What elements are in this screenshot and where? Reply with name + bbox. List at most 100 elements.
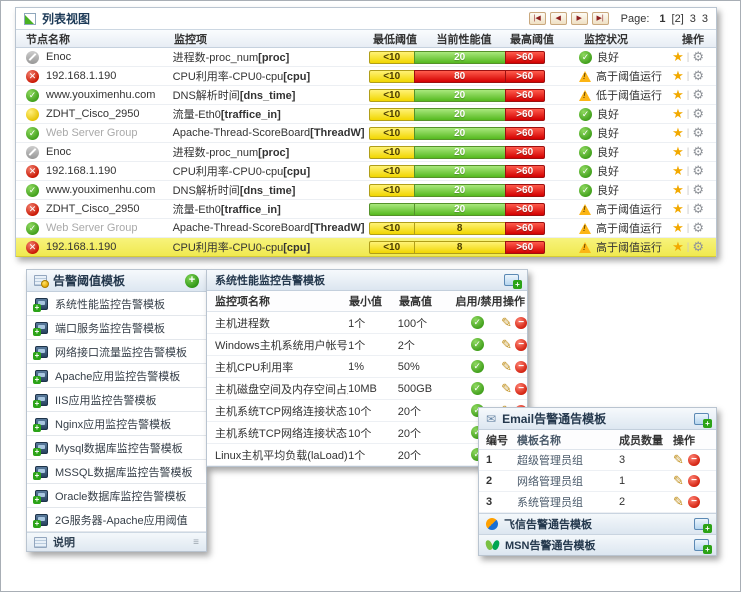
- delete-icon[interactable]: −: [515, 383, 527, 395]
- table-row[interactable]: Enoc进程数-proc_num[proc]<1020>60✓良好★|⚙: [16, 143, 716, 162]
- settings-gear-icon[interactable]: ⚙: [692, 87, 704, 103]
- next-page-button[interactable]: ▶: [571, 12, 588, 25]
- add-template-button[interactable]: +: [185, 274, 199, 288]
- favorite-star-icon[interactable]: ★: [672, 163, 684, 179]
- settings-gear-icon[interactable]: ⚙: [692, 182, 704, 198]
- favorite-star-icon[interactable]: ★: [672, 106, 684, 122]
- favorite-star-icon[interactable]: ★: [672, 49, 684, 65]
- favorite-star-icon[interactable]: ★: [672, 182, 684, 198]
- msn-template-bar[interactable]: MSN告警通告模板: [479, 534, 716, 555]
- monitor-item: DNS解析时间[dns_time]: [173, 182, 369, 198]
- favorite-star-icon[interactable]: ★: [672, 201, 684, 217]
- template-item[interactable]: 系统性能监控告警模板: [27, 292, 206, 316]
- fetion-template-bar[interactable]: 飞信告警通告模板: [479, 513, 716, 534]
- delete-icon[interactable]: −: [688, 496, 700, 508]
- delete-icon[interactable]: −: [515, 317, 527, 329]
- template-item[interactable]: MSSQL数据库监控告警模板: [27, 460, 206, 484]
- alert-templates-title: 告警阈值模板: [53, 272, 125, 289]
- perf-min-value: 10个: [348, 425, 398, 441]
- settings-gear-icon[interactable]: ⚙: [692, 106, 704, 122]
- threshold-bar: <108>60: [369, 222, 545, 235]
- add-email-template-icon[interactable]: [694, 413, 709, 425]
- table-row[interactable]: ✓www.youximenhu.comDNS解析时间[dns_time]<102…: [16, 181, 716, 200]
- table-row[interactable]: ZDHT_Cisco_2950流量-Eth0[traffice_in]<1020…: [16, 105, 716, 124]
- table-row[interactable]: ✕192.168.1.190CPU利用率-CPU0-cpu[cpu]<1080>…: [16, 67, 716, 86]
- warning-triangle-icon: [579, 90, 591, 101]
- table-row[interactable]: ✓www.youximenhu.comDNS解析时间[dns_time]<102…: [16, 86, 716, 105]
- error-status-icon: ✕: [26, 203, 39, 216]
- edit-pencil-icon[interactable]: ✎: [501, 315, 512, 331]
- last-page-button[interactable]: ▶|: [592, 12, 609, 25]
- first-page-button[interactable]: |◀: [529, 12, 546, 25]
- template-item[interactable]: 2G服务器-Apache应用阈值: [27, 508, 206, 532]
- min-threshold: <10: [369, 241, 415, 254]
- edit-pencil-icon[interactable]: ✎: [673, 473, 684, 489]
- settings-gear-icon[interactable]: ⚙: [692, 239, 704, 255]
- delete-icon[interactable]: −: [688, 454, 700, 466]
- favorite-star-icon[interactable]: ★: [672, 68, 684, 84]
- threshold-bar: <1020>60: [369, 51, 545, 64]
- table-row[interactable]: ✕192.168.1.190CPU利用率-CPU0-cpu[cpu]<108>6…: [16, 238, 716, 257]
- template-item[interactable]: Mysql数据库监控告警模板: [27, 436, 206, 460]
- template-item[interactable]: 网络接口流量监控告警模板: [27, 340, 206, 364]
- table-row[interactable]: ✕ZDHT_Cisco_2950流量-Eth0[traffice_in]20>6…: [16, 200, 716, 219]
- template-item[interactable]: IIS应用监控告警模板: [27, 388, 206, 412]
- edit-pencil-icon[interactable]: ✎: [673, 494, 684, 510]
- status-text: 良好: [597, 125, 619, 141]
- enabled-icon[interactable]: ✓: [471, 316, 484, 329]
- collapse-icon: ≡: [193, 537, 199, 548]
- status-cell: ✓良好: [545, 106, 672, 122]
- page-number[interactable]: 3: [690, 13, 696, 25]
- favorite-star-icon[interactable]: ★: [672, 125, 684, 141]
- node-cell: Enoc: [16, 51, 173, 64]
- settings-gear-icon[interactable]: ⚙: [692, 201, 704, 217]
- table-row[interactable]: Enoc进程数-proc_num[proc]<1020>60✓良好★|⚙: [16, 48, 716, 67]
- email-row-actions: ✎−: [663, 473, 716, 489]
- notes-footer[interactable]: 说明 ≡: [27, 532, 206, 551]
- delete-icon[interactable]: −: [515, 339, 527, 351]
- server-template-icon: [35, 394, 48, 406]
- add-msn-template-icon[interactable]: [694, 539, 709, 551]
- favorite-star-icon[interactable]: ★: [672, 220, 684, 236]
- list-view-panel: 列表视图 |◀ ◀ ▶ ▶| Page: 1[2]33 节点名称 监控项 最低阈…: [15, 7, 717, 257]
- favorite-star-icon[interactable]: ★: [672, 144, 684, 160]
- row-actions: ★|⚙: [672, 87, 716, 103]
- edit-pencil-icon[interactable]: ✎: [673, 452, 684, 468]
- col-node-name: 节点名称: [16, 31, 174, 47]
- settings-gear-icon[interactable]: ⚙: [692, 68, 704, 84]
- add-monitor-icon[interactable]: [504, 274, 519, 286]
- add-fetion-template-icon[interactable]: [694, 518, 709, 530]
- page-number[interactable]: 1: [659, 13, 665, 25]
- col-number: 编号: [479, 432, 509, 448]
- template-item[interactable]: Oracle数据库监控告警模板: [27, 484, 206, 508]
- favorite-star-icon[interactable]: ★: [672, 239, 684, 255]
- page-number[interactable]: [2]: [672, 13, 684, 25]
- settings-gear-icon[interactable]: ⚙: [692, 163, 704, 179]
- settings-gear-icon[interactable]: ⚙: [692, 125, 704, 141]
- prev-page-button[interactable]: ◀: [550, 12, 567, 25]
- table-row[interactable]: ✓Web Server GroupApache-Thread-ScoreBoar…: [16, 124, 716, 143]
- delete-icon[interactable]: −: [688, 475, 700, 487]
- delete-icon[interactable]: −: [515, 361, 527, 373]
- email-template-header[interactable]: ✉ Email告警通告模板: [479, 408, 716, 430]
- row-actions: ★|⚙: [672, 239, 716, 255]
- threshold-bar: <1020>60: [369, 108, 545, 121]
- table-row[interactable]: ✕192.168.1.190CPU利用率-CPU0-cpu[cpu]<1020>…: [16, 162, 716, 181]
- col-enable-disable: 启用/禁用: [455, 293, 503, 309]
- settings-gear-icon[interactable]: ⚙: [692, 144, 704, 160]
- page-number[interactable]: 3: [702, 13, 708, 25]
- template-item[interactable]: 端口服务监控告警模板: [27, 316, 206, 340]
- edit-pencil-icon[interactable]: ✎: [501, 359, 512, 375]
- edit-pencil-icon[interactable]: ✎: [501, 337, 512, 353]
- favorite-star-icon[interactable]: ★: [672, 87, 684, 103]
- min-threshold: <10: [369, 51, 415, 64]
- table-row[interactable]: ✓Web Server GroupApache-Thread-ScoreBoar…: [16, 219, 716, 238]
- enabled-icon[interactable]: ✓: [471, 382, 484, 395]
- settings-gear-icon[interactable]: ⚙: [692, 220, 704, 236]
- template-item[interactable]: Apache应用监控告警模板: [27, 364, 206, 388]
- enabled-icon[interactable]: ✓: [471, 360, 484, 373]
- enabled-icon[interactable]: ✓: [471, 338, 484, 351]
- edit-pencil-icon[interactable]: ✎: [501, 381, 512, 397]
- template-item[interactable]: Nginx应用监控告警模板: [27, 412, 206, 436]
- settings-gear-icon[interactable]: ⚙: [692, 49, 704, 65]
